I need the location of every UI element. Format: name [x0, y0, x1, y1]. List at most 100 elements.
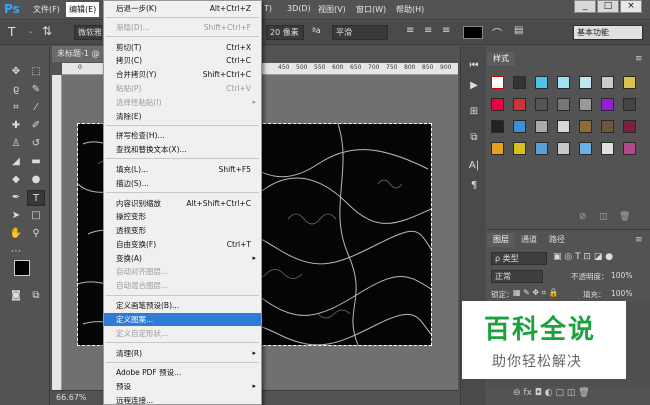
eraser-tool-icon[interactable]: ◢: [7, 154, 25, 170]
align-center-icon[interactable]: ≡: [424, 25, 432, 36]
warp-text-icon[interactable]: ⌒: [492, 25, 502, 40]
panel-menu-icon[interactable]: ≡: [635, 235, 643, 245]
menu-item-spell-check[interactable]: 拼写检查(H)...: [104, 129, 261, 142]
lasso-tool-icon[interactable]: ϱ: [7, 82, 25, 98]
quick-mask-icon[interactable]: ◙: [7, 288, 25, 304]
menu-item-step-backward[interactable]: 后退一步(K) Alt+Ctrl+Z: [104, 2, 261, 15]
paragraph-panel-icon[interactable]: ¶: [466, 178, 482, 194]
style-swatch[interactable]: [557, 142, 570, 155]
menu-item-puppet-warp[interactable]: 操控变形: [104, 210, 261, 223]
history-panel-icon[interactable]: ⏮: [466, 58, 482, 74]
menu-item-perspective-warp[interactable]: 透视变形: [104, 224, 261, 237]
properties-panel-icon[interactable]: ⊞: [466, 104, 482, 120]
style-swatch[interactable]: [601, 142, 614, 155]
menu-item-purge[interactable]: 清理(R) ▸: [104, 347, 261, 360]
orientation-toggle-icon[interactable]: ⇅: [42, 24, 52, 38]
antialias-select[interactable]: 平滑: [332, 25, 388, 40]
style-swatch[interactable]: [491, 142, 504, 155]
style-swatch[interactable]: [513, 120, 526, 133]
style-swatch[interactable]: [535, 76, 548, 89]
close-button[interactable]: ×: [620, 0, 642, 13]
tab-styles[interactable]: 样式: [487, 52, 515, 66]
style-swatch[interactable]: [491, 98, 504, 111]
menu-type[interactable]: T): [264, 4, 272, 13]
actions-panel-icon[interactable]: ▶: [466, 78, 482, 94]
hand-tool-icon[interactable]: ✋: [7, 226, 25, 242]
workspace-select[interactable]: 基本功能: [573, 25, 643, 40]
move-tool-icon[interactable]: ✥: [7, 64, 25, 80]
menu-item-remote-connections[interactable]: 远程连接...: [104, 394, 261, 405]
text-color-swatch[interactable]: [463, 26, 483, 39]
style-swatch[interactable]: [557, 98, 570, 111]
style-swatch[interactable]: [601, 120, 614, 133]
new-style-icon[interactable]: ◫: [599, 212, 608, 222]
clone-stamp-icon[interactable]: ♙: [7, 136, 25, 152]
chevron-down-icon[interactable]: ⌄: [28, 27, 34, 35]
menu-item-find-replace[interactable]: 查找和替换文本(X)...: [104, 143, 261, 156]
menu-edit[interactable]: 编辑(E): [66, 2, 100, 17]
zoom-level[interactable]: 66.67%: [56, 393, 87, 402]
style-swatch[interactable]: [579, 120, 592, 133]
menu-view[interactable]: 视图(V): [318, 4, 346, 15]
menu-item-presets[interactable]: 预设 ▸: [104, 380, 261, 393]
panel-menu-icon[interactable]: ≡: [635, 54, 643, 64]
character-panel-icon[interactable]: A|: [466, 158, 482, 174]
style-swatch[interactable]: [557, 120, 570, 133]
marquee-tool-icon[interactable]: ⬚: [27, 64, 45, 80]
menu-item-copy-merged[interactable]: 合并拷贝(Y) Shift+Ctrl+C: [104, 68, 261, 81]
eyedropper-tool-icon[interactable]: ⁄: [27, 100, 45, 116]
menu-file[interactable]: 文件(F): [33, 4, 60, 15]
pen-tool-icon[interactable]: ✒: [7, 190, 25, 206]
clone-source-icon[interactable]: ⧉: [466, 130, 482, 146]
style-swatch[interactable]: [535, 120, 548, 133]
style-swatch[interactable]: [623, 142, 636, 155]
character-panel-icon[interactable]: ▤: [514, 25, 523, 36]
menu-item-adobe-pdf-presets[interactable]: Adobe PDF 预设...: [104, 366, 261, 379]
style-swatch[interactable]: [623, 76, 636, 89]
tab-channels[interactable]: 通道: [515, 233, 543, 247]
blend-mode-select[interactable]: 正常: [491, 270, 543, 283]
menu-item-transform[interactable]: 变换(A) ▸: [104, 252, 261, 265]
menu-item-free-transform[interactable]: 自由变换(F) Ctrl+T: [104, 238, 261, 251]
menu-item-clear[interactable]: 清除(E): [104, 110, 261, 123]
zoom-tool-icon[interactable]: ⚲: [27, 226, 45, 242]
type-tool-preset-icon[interactable]: T: [8, 25, 15, 39]
screen-mode-icon[interactable]: ⧉: [27, 288, 45, 304]
blur-tool-icon[interactable]: ◆: [7, 172, 25, 188]
style-swatch[interactable]: [557, 76, 570, 89]
menu-item-content-aware-scale[interactable]: 内容识别缩放 Alt+Shift+Ctrl+C: [104, 197, 261, 210]
history-brush-icon[interactable]: ↺: [27, 136, 45, 152]
style-swatch[interactable]: [601, 76, 614, 89]
menu-3d[interactable]: 3D(D): [287, 4, 311, 13]
layer-filter-select[interactable]: ρ 类型: [491, 252, 547, 265]
fill-value[interactable]: 100%: [611, 289, 632, 298]
menu-item-copy[interactable]: 拷贝(C) Ctrl+C: [104, 54, 261, 67]
clear-style-icon[interactable]: ⊘: [579, 212, 587, 222]
gradient-tool-icon[interactable]: ▬: [27, 154, 45, 170]
style-swatch[interactable]: [579, 76, 592, 89]
shape-tool-icon[interactable]: □: [27, 208, 45, 224]
style-swatch[interactable]: [601, 98, 614, 111]
style-swatch[interactable]: [513, 76, 526, 89]
style-swatch[interactable]: [623, 98, 636, 111]
layer-filter-icons[interactable]: ▣ ◎ T ⊡ ◪ ●: [553, 252, 613, 262]
style-swatch[interactable]: [535, 142, 548, 155]
style-swatch[interactable]: [491, 76, 504, 89]
menu-item-stroke[interactable]: 描边(S)...: [104, 177, 261, 190]
align-left-icon[interactable]: ≡: [406, 25, 414, 36]
style-swatch[interactable]: [491, 120, 504, 133]
style-swatch[interactable]: [513, 142, 526, 155]
lock-icons[interactable]: ▦ ✎ ✥ ⌗ 🔒: [513, 288, 559, 298]
layer-actions-icons[interactable]: ⊖ fx ◘ ◐ ▢ ◫ 🗑: [513, 388, 590, 398]
style-swatch[interactable]: [579, 142, 592, 155]
align-right-icon[interactable]: ≡: [442, 25, 450, 36]
menu-window[interactable]: 窗口(W): [356, 4, 386, 15]
delete-style-icon[interactable]: 🗑: [619, 212, 630, 222]
minimize-button[interactable]: _: [574, 0, 596, 13]
menu-item-fill[interactable]: 填充(L)... Shift+F5: [104, 163, 261, 176]
type-tool-icon[interactable]: T: [27, 190, 45, 206]
style-swatch[interactable]: [513, 98, 526, 111]
menu-item-cut[interactable]: 剪切(T) Ctrl+X: [104, 41, 261, 54]
crop-tool-icon[interactable]: ⌗: [7, 100, 25, 116]
menu-help[interactable]: 帮助(H): [396, 4, 424, 15]
